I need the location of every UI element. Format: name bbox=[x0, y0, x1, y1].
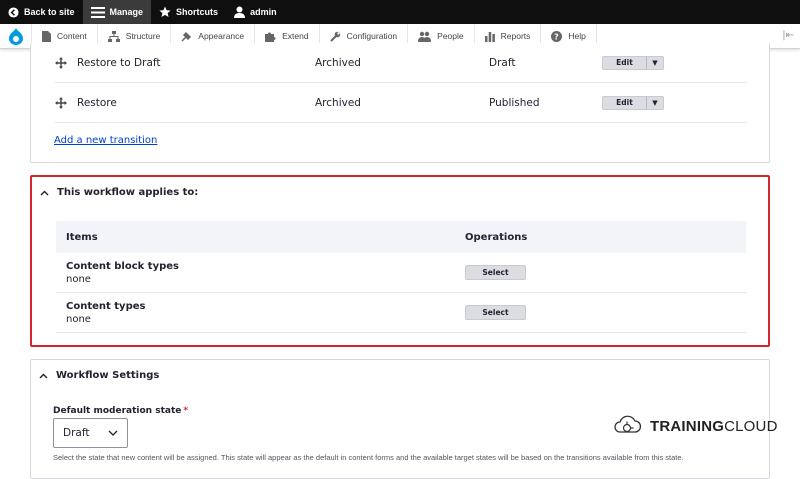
add-transition-link[interactable]: Add a new transition bbox=[54, 135, 157, 146]
transitions-card: Restore to Draft Archived Draft Edit ▼ R… bbox=[30, 43, 770, 163]
workflow-applies-summary[interactable]: This workflow applies to: bbox=[40, 187, 198, 198]
item-value: none bbox=[66, 273, 91, 285]
people-icon bbox=[418, 31, 432, 42]
help-icon: ? bbox=[551, 30, 563, 42]
user-label: admin bbox=[250, 7, 277, 17]
item-type: Content block types bbox=[66, 260, 179, 272]
table-row: Restore to Draft Archived Draft Edit ▼ bbox=[55, 43, 747, 83]
workflow-applies-card: This workflow applies to: Items Operatio… bbox=[30, 175, 770, 347]
default-state-help: Select the state that new content will b… bbox=[53, 453, 684, 462]
workflow-settings-summary[interactable]: Workflow Settings bbox=[39, 370, 159, 381]
back-to-site-label: Back to site bbox=[24, 7, 75, 17]
menu-item-structure-label: Structure bbox=[125, 31, 161, 41]
column-header-operations: Operations bbox=[465, 231, 528, 243]
default-state-select[interactable]: Draft bbox=[53, 418, 128, 448]
default-state-label: Default moderation state * bbox=[53, 406, 188, 416]
menu-item-people-label: People bbox=[437, 31, 464, 41]
back-arrow-icon bbox=[8, 6, 19, 18]
transition-to: Draft bbox=[489, 56, 516, 69]
select-button[interactable]: Select bbox=[465, 305, 526, 320]
watermark-bold: TRAINING bbox=[650, 417, 725, 435]
edit-button[interactable]: Edit bbox=[603, 96, 647, 109]
edit-dropbutton: Edit ▼ bbox=[602, 55, 664, 70]
shortcuts-label: Shortcuts bbox=[176, 7, 219, 17]
tray-orientation-icon[interactable]: |⇤ bbox=[782, 30, 794, 41]
select-button[interactable]: Select bbox=[465, 265, 526, 280]
drupal-logo-icon[interactable] bbox=[0, 23, 32, 49]
drag-handle-icon[interactable] bbox=[55, 56, 67, 69]
transition-from: Archived bbox=[315, 56, 361, 69]
table-row: Restore Archived Published Edit ▼ bbox=[55, 83, 747, 123]
item-type: Content types bbox=[66, 300, 146, 312]
manage-label: Manage bbox=[109, 7, 144, 17]
required-marker: * bbox=[183, 406, 189, 416]
chevron-up-icon bbox=[40, 190, 49, 196]
chevron-down-icon[interactable]: ▼ bbox=[647, 57, 663, 69]
column-header-items: Items bbox=[66, 231, 98, 243]
chevron-down-icon bbox=[108, 427, 118, 439]
menu-item-appearance-label: Appearance bbox=[198, 31, 245, 41]
table-header: Items Operations bbox=[56, 221, 746, 253]
item-value: none bbox=[66, 313, 91, 325]
edit-dropbutton: Edit ▼ bbox=[602, 95, 664, 110]
transition-name: Restore to Draft bbox=[77, 56, 161, 69]
user-icon bbox=[234, 6, 246, 18]
drag-handle-icon[interactable] bbox=[55, 96, 67, 109]
document-icon bbox=[42, 30, 51, 42]
star-icon bbox=[159, 6, 171, 18]
shortcuts-tab[interactable]: Shortcuts bbox=[151, 0, 226, 24]
transition-name: Restore bbox=[77, 96, 117, 109]
workflow-applies-title: This workflow applies to: bbox=[57, 187, 199, 198]
table-row: Content block types none Select bbox=[56, 253, 746, 293]
table-row: Content types none Select bbox=[56, 293, 746, 333]
menu-item-content-label: Content bbox=[57, 31, 87, 41]
user-tab[interactable]: admin bbox=[226, 0, 285, 24]
cloud-logo-icon bbox=[612, 412, 642, 440]
admin-toolbar: Back to site Manage Shortcuts admin bbox=[0, 0, 800, 24]
transition-from: Archived bbox=[315, 96, 361, 109]
edit-button[interactable]: Edit bbox=[603, 56, 647, 69]
bar-chart-icon bbox=[484, 31, 495, 42]
manage-tab[interactable]: Manage bbox=[82, 0, 152, 24]
workflow-settings-title: Workflow Settings bbox=[56, 370, 160, 381]
back-to-site-link[interactable]: Back to site bbox=[0, 0, 83, 24]
default-state-label-text: Default moderation state bbox=[53, 406, 182, 416]
hierarchy-icon bbox=[107, 30, 120, 42]
watermark-rest: CLOUD bbox=[724, 417, 778, 435]
menu-item-help-label: Help bbox=[568, 31, 586, 41]
trainingcloud-watermark: TRAININGCLOUD bbox=[612, 412, 778, 440]
menu-icon bbox=[90, 6, 105, 18]
default-state-value: Draft bbox=[63, 427, 90, 439]
menu-item-extend-label: Extend bbox=[282, 31, 309, 41]
transition-to: Published bbox=[489, 96, 540, 109]
svg-text:?: ? bbox=[555, 32, 560, 41]
menu-item-configuration-label: Configuration bbox=[346, 31, 398, 41]
puzzle-icon bbox=[265, 31, 276, 42]
watermark-text: TRAININGCLOUD bbox=[650, 418, 778, 435]
menu-item-reports-label: Reports bbox=[500, 31, 531, 41]
chevron-up-icon bbox=[39, 373, 48, 379]
brush-icon bbox=[181, 31, 192, 42]
wrench-icon bbox=[329, 31, 341, 42]
chevron-down-icon[interactable]: ▼ bbox=[647, 97, 663, 109]
